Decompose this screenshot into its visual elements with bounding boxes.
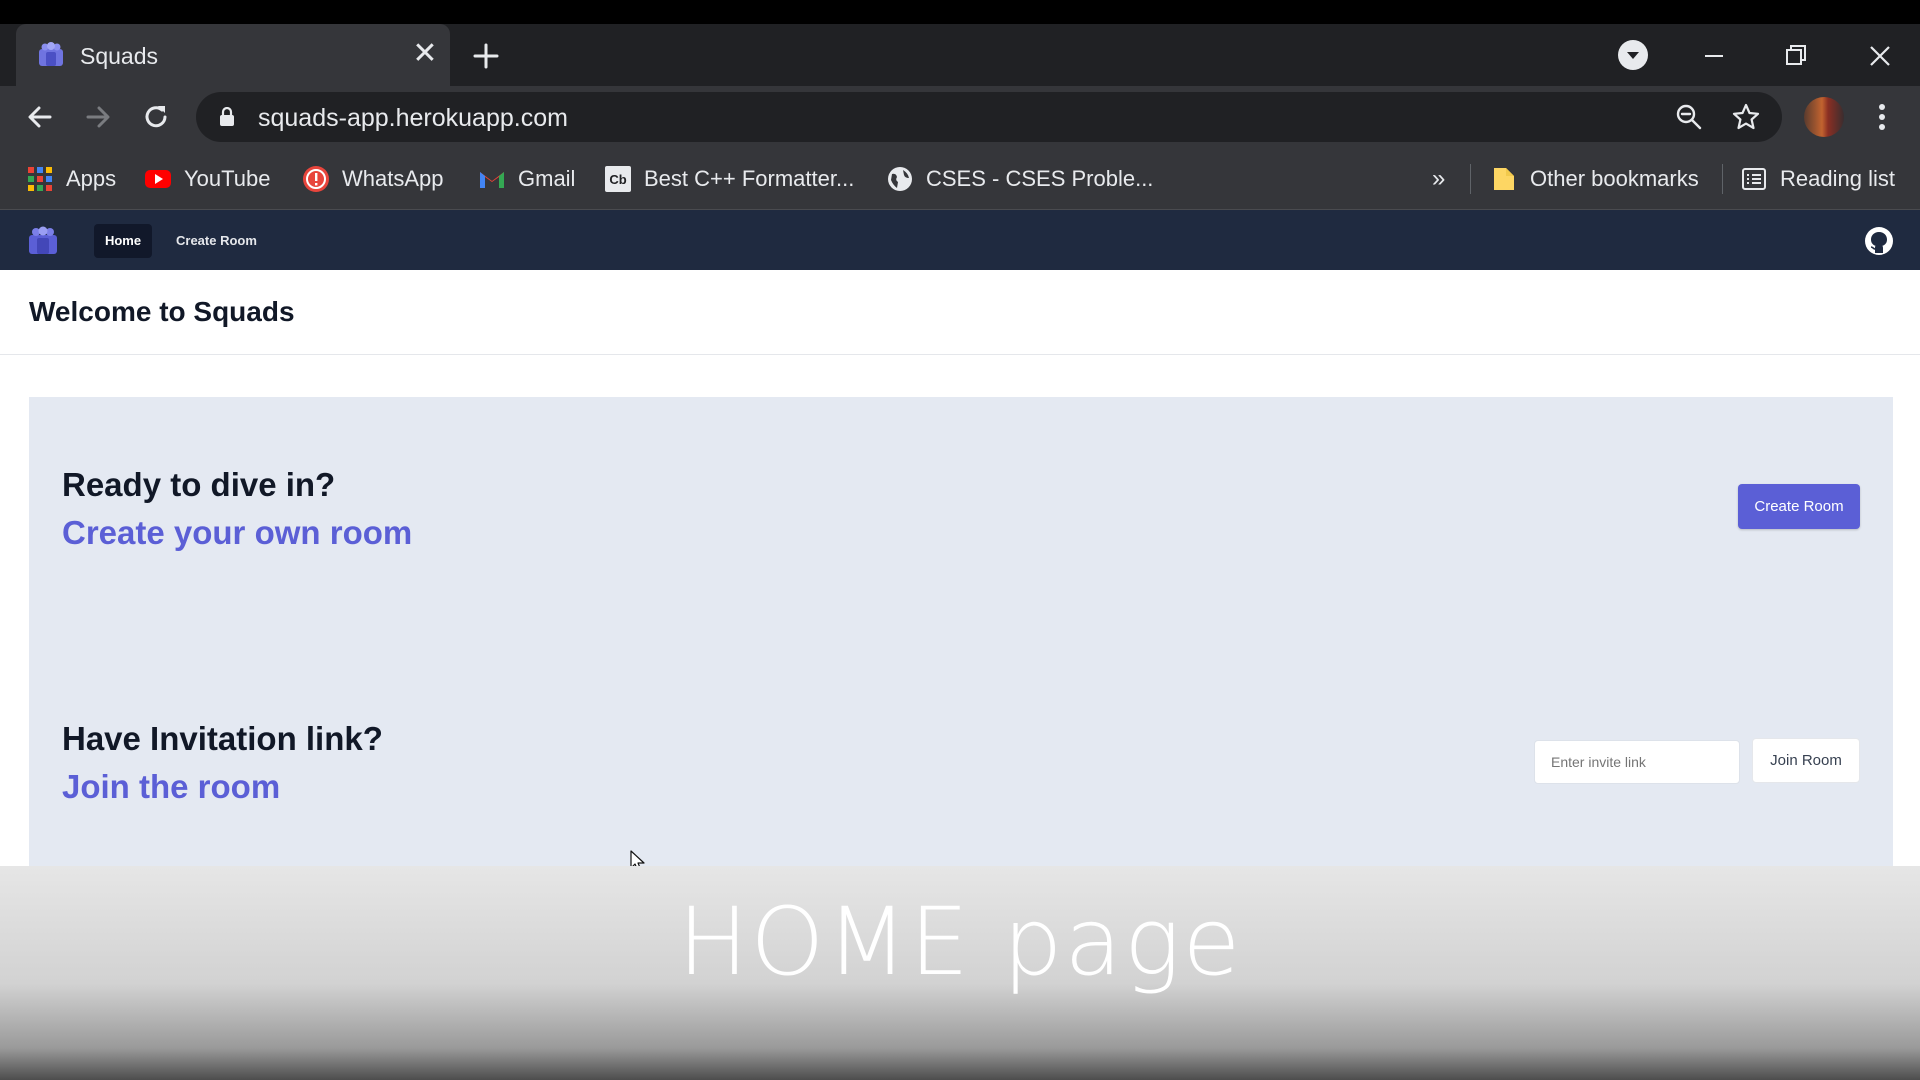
bookmark-label: Gmail — [518, 166, 576, 191]
join-question: Have Invitation link? — [62, 720, 383, 757]
folder-icon — [1494, 168, 1514, 190]
bookmarks-bar: Apps YouTube WhatsApp Gmail Cb Best C++ … — [0, 148, 1920, 210]
reading-list[interactable]: Reading list — [1740, 161, 1895, 197]
bookmark-label: CSES - CSES Proble... — [926, 166, 1154, 191]
restore-icon[interactable] — [1776, 36, 1816, 76]
address-url[interactable]: squads-app.herokuapp.com — [258, 104, 568, 133]
browser-menu-icon[interactable] — [1864, 98, 1900, 136]
bookmark-apps[interactable]: Apps — [26, 161, 116, 197]
tab-search-icon[interactable] — [1618, 40, 1648, 70]
nav-create-room-link[interactable]: Create Room — [176, 224, 257, 258]
bookmark-label: WhatsApp — [342, 166, 444, 191]
bookmark-label: Apps — [66, 166, 117, 191]
codebeautify-icon: Cb — [605, 166, 631, 192]
youtube-icon — [145, 170, 171, 188]
browser-tab[interactable]: Squads ✕ — [16, 24, 450, 86]
join-room-button[interactable]: Join Room — [1752, 738, 1860, 783]
bookmark-label: YouTube — [184, 166, 271, 191]
create-room-button[interactable]: Create Room — [1738, 484, 1860, 529]
bookmark-gmail[interactable]: Gmail — [478, 161, 575, 197]
apps-grid-icon — [28, 167, 52, 191]
page-header: Welcome to Squads — [0, 270, 1920, 355]
bookmark-whatsapp[interactable]: WhatsApp — [302, 161, 444, 197]
tab-title: Squads — [80, 43, 159, 69]
bookmarks-overflow-icon[interactable]: » — [1432, 161, 1445, 197]
reading-list-label: Reading list — [1780, 166, 1895, 191]
profile-avatar[interactable] — [1804, 97, 1844, 137]
bookmark-star-icon[interactable] — [1730, 101, 1762, 133]
squads-favicon-icon — [39, 42, 63, 66]
bookmarks-divider — [1722, 164, 1723, 194]
caption-text: HOME page — [677, 888, 1243, 997]
page-title: Welcome to Squads — [29, 296, 295, 327]
join-cta: Join the room — [62, 768, 281, 805]
new-tab-icon[interactable] — [468, 38, 504, 74]
globe-icon — [888, 167, 912, 191]
screen-top-border — [0, 0, 1920, 24]
address-bar[interactable]: squads-app.herokuapp.com — [196, 92, 1782, 142]
bookmark-cses[interactable]: CSES - CSES Proble... — [886, 161, 1153, 197]
bookmark-label: Best C++ Formatter... — [644, 166, 855, 191]
squads-logo-icon[interactable] — [26, 224, 60, 258]
back-arrow-icon[interactable] — [22, 99, 58, 135]
browser-toolbar: squads-app.herokuapp.com — [0, 86, 1920, 148]
invite-link-input[interactable] — [1534, 740, 1740, 784]
gmail-icon — [480, 172, 504, 188]
bookmark-cpp-formatter[interactable]: Cb Best C++ Formatter... — [604, 161, 854, 197]
bookmarks-divider — [1470, 164, 1471, 194]
close-window-icon[interactable] — [1860, 36, 1900, 76]
bookmark-youtube[interactable]: YouTube — [144, 161, 270, 197]
zoom-icon[interactable] — [1674, 102, 1704, 132]
other-bookmarks[interactable]: Other bookmarks — [1490, 161, 1699, 197]
other-bookmarks-label: Other bookmarks — [1530, 166, 1699, 191]
create-cta: Create your own room — [62, 514, 413, 551]
browser-tab-bar: Squads ✕ — [0, 24, 1920, 86]
nav-home-link[interactable]: Home — [94, 224, 152, 258]
forward-arrow-icon[interactable] — [80, 99, 116, 135]
reload-icon[interactable] — [138, 99, 174, 135]
tab-close-icon[interactable]: ✕ — [408, 38, 442, 72]
reading-list-icon — [1742, 168, 1766, 190]
lock-icon[interactable] — [218, 107, 236, 127]
create-question: Ready to dive in? — [62, 466, 336, 503]
video-caption-overlay: HOME page — [0, 866, 1920, 1080]
app-navbar: Home Create Room — [0, 210, 1920, 270]
github-icon[interactable] — [1864, 226, 1894, 256]
whatsapp-icon — [303, 166, 329, 192]
svg-text:Cb: Cb — [609, 172, 626, 187]
minimize-icon[interactable] — [1694, 36, 1734, 76]
